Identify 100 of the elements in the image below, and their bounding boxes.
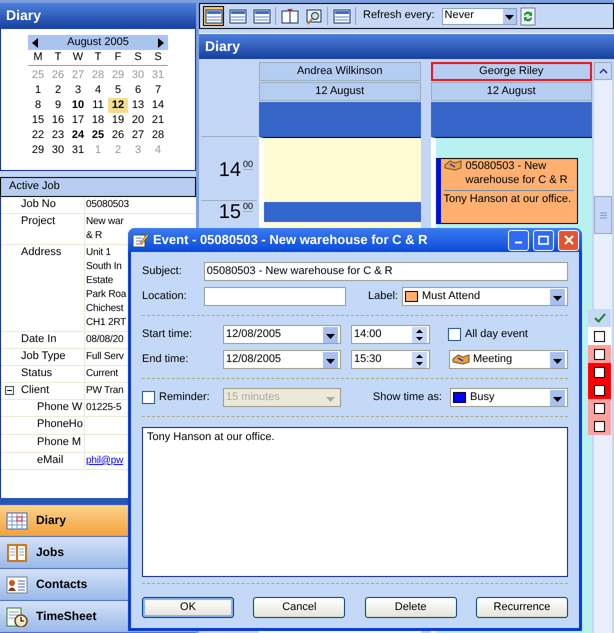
minimize-button[interactable] xyxy=(508,230,529,250)
all-day-checkbox[interactable]: All day event xyxy=(448,328,568,342)
calendar-day[interactable]: 31 xyxy=(68,143,88,158)
notes-field[interactable]: Tony Hanson at our office. xyxy=(142,427,568,577)
calendar-day[interactable]: 7 xyxy=(148,83,168,98)
refresh-dropdown[interactable]: Never xyxy=(442,8,517,24)
calendar-day[interactable]: 24 xyxy=(68,128,88,143)
task-checkbox[interactable] xyxy=(594,366,605,378)
calendar-day[interactable]: 5 xyxy=(108,83,128,98)
minute-label: 00 xyxy=(242,159,253,170)
field-label: End time: xyxy=(142,352,190,366)
email-link[interactable]: phil@pw xyxy=(86,454,124,468)
event-block[interactable]: 05080503 - New warehouse for C & R Tony Hanson at our office. xyxy=(436,158,578,224)
subject-field[interactable]: 05080503 - New warehouse for C & R xyxy=(204,262,568,281)
label-dropdown[interactable]: Must Attend xyxy=(402,287,568,306)
show-as-dropdown[interactable]: Busy xyxy=(450,388,568,407)
property-value: South In xyxy=(86,260,122,274)
property-label: Date In xyxy=(21,332,56,346)
task-checkbox[interactable] xyxy=(594,330,605,342)
calendar-day[interactable]: 11 xyxy=(88,98,108,113)
calendar-day[interactable]: 30 xyxy=(48,143,68,158)
calendar-day[interactable]: 15 xyxy=(28,113,48,128)
spin-buttons[interactable] xyxy=(412,326,427,342)
pane-title: Diary xyxy=(0,3,196,29)
chevron-up-icon xyxy=(598,68,608,74)
calendar-day[interactable]: 16 xyxy=(48,113,68,128)
property-value: Full Serv xyxy=(86,350,124,364)
dialog-button[interactable]: Cancel xyxy=(253,597,346,618)
task-checkbox[interactable] xyxy=(594,420,605,432)
maximize-button[interactable] xyxy=(533,230,554,250)
dialog-button[interactable]: OK xyxy=(142,597,234,618)
task-checkbox[interactable] xyxy=(594,402,605,414)
category-dropdown[interactable]: Meeting xyxy=(449,350,568,369)
calendar-day[interactable]: 29 xyxy=(28,143,48,158)
weekday-label: T xyxy=(94,50,102,65)
field-label: Subject: xyxy=(142,264,183,278)
next-month-icon[interactable] xyxy=(158,38,164,48)
calendar-day[interactable]: 26 xyxy=(108,128,128,143)
property-value: 05080503 xyxy=(86,198,129,212)
time-field[interactable]: 14:00 xyxy=(351,325,430,344)
calendar-day[interactable]: 1 xyxy=(28,83,48,98)
calendar-day[interactable]: 25 xyxy=(88,128,108,143)
close-button[interactable] xyxy=(558,230,579,250)
calendar-day[interactable]: 9 xyxy=(48,98,68,113)
property-value: 01225-5 xyxy=(86,400,122,415)
calendar-filter-icon xyxy=(280,8,298,24)
weekday-label: S xyxy=(133,50,143,65)
property-value: CH1 2RT xyxy=(86,316,126,330)
window-title: Event - 05080503 - New warehouse for C & R xyxy=(153,232,429,248)
toolbar-button[interactable] xyxy=(279,6,300,26)
dialog-button[interactable]: Recurrence xyxy=(476,597,568,618)
calendar-day[interactable]: 22 xyxy=(28,128,48,143)
print-preview-icon xyxy=(304,8,322,24)
calendar-day[interactable]: 23 xyxy=(48,128,68,143)
task-checkbox[interactable] xyxy=(594,348,605,360)
dialog-button[interactable]: Delete xyxy=(364,597,457,618)
calendar-day[interactable]: 21 xyxy=(148,113,168,128)
check-icon xyxy=(594,313,606,323)
calendar-day[interactable]: 27 xyxy=(128,128,148,143)
previous-month-icon[interactable] xyxy=(32,38,38,48)
maximize-icon xyxy=(538,235,549,245)
property-value: Current xyxy=(86,366,118,381)
contact-card-icon xyxy=(6,574,28,594)
toolbar-button[interactable] xyxy=(203,6,224,26)
resource-header[interactable]: Andrea Wilkinson xyxy=(259,62,420,81)
property-label: Phone W xyxy=(37,400,82,414)
refresh-icon[interactable] xyxy=(520,6,536,26)
calendar-day[interactable]: 2 xyxy=(48,83,68,98)
calendar-day[interactable]: 8 xyxy=(28,98,48,113)
calendar-day[interactable]: 10 xyxy=(68,98,88,113)
weekday-label: F xyxy=(114,50,122,65)
property-value: Park Roa xyxy=(86,288,126,302)
date-picker[interactable]: 12/08/2005 xyxy=(223,325,341,344)
calendar-day[interactable]: 6 xyxy=(128,83,148,98)
book-icon xyxy=(6,542,28,562)
date-picker[interactable]: 12/08/2005 xyxy=(223,350,341,369)
calendar-day[interactable]: 28 xyxy=(148,128,168,143)
time-field[interactable]: 15:30 xyxy=(351,350,430,369)
property-label: Job Type xyxy=(21,350,66,364)
calendar-day[interactable]: 17 xyxy=(68,113,88,128)
calendar-day[interactable]: 18 xyxy=(88,113,108,128)
property-label: Client xyxy=(21,384,50,398)
calendar-day[interactable]: 12 xyxy=(108,98,128,113)
date-header: 12 August xyxy=(259,82,420,101)
resource-header[interactable]: George Riley xyxy=(430,62,592,81)
calendar-day[interactable]: 20 xyxy=(128,113,148,128)
calendar-day[interactable]: 13 xyxy=(128,98,148,113)
scroll-up-button[interactable] xyxy=(594,62,612,80)
calendar-day[interactable]: 14 xyxy=(148,98,168,113)
calendar-day[interactable]: 19 xyxy=(108,113,128,128)
spin-buttons[interactable] xyxy=(412,352,427,368)
location-field[interactable] xyxy=(204,287,346,306)
collapse-icon[interactable] xyxy=(5,386,14,395)
calendar-day[interactable]: 3 xyxy=(68,83,88,98)
calendar-day[interactable]: 4 xyxy=(88,83,108,98)
scroll-thumb[interactable] xyxy=(594,196,612,234)
weekday-label: M xyxy=(32,50,44,65)
task-checkbox[interactable] xyxy=(594,384,605,396)
property-value: & R xyxy=(86,228,102,243)
clock-icon xyxy=(6,606,28,626)
